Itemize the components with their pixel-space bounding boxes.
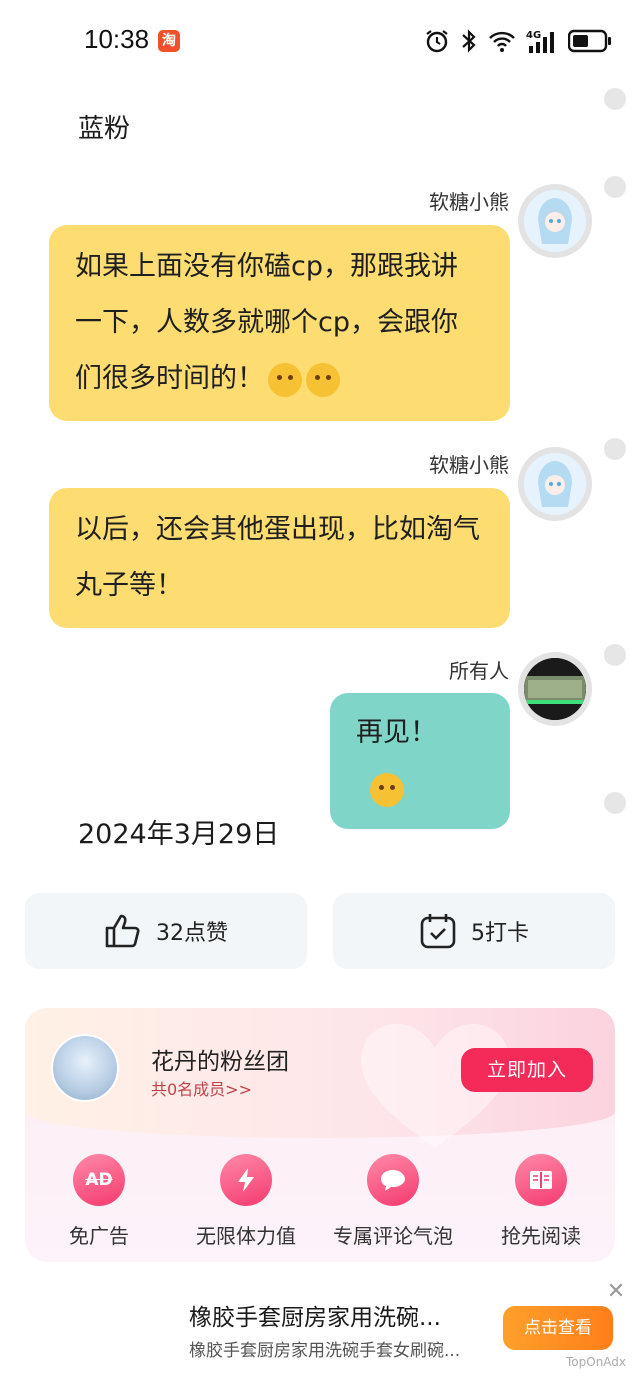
fan-club-card[interactable]: 花丹的粉丝团 共0名成员>> 立即加入 AD 免广告 无限体力值 专属评论气泡 … <box>25 1008 615 1262</box>
status-icons: 4G <box>424 26 612 56</box>
fan-club-avatar[interactable] <box>51 1034 119 1102</box>
message-text: 再见！ <box>356 717 437 748</box>
fan-club-members-link[interactable]: 共0名成员>> <box>151 1076 252 1100</box>
lightning-icon <box>220 1154 272 1206</box>
message-bubble: 再见！ <box>330 693 510 829</box>
perk-label: 专属评论气泡 <box>333 1224 453 1248</box>
signal-4g-icon: 4G <box>526 30 554 53</box>
wink-emoji-icon <box>306 362 340 397</box>
message-sender: 软糖小熊 <box>429 453 509 477</box>
ad-view-button[interactable]: 点击查看 <box>503 1306 613 1350</box>
perk-label: 无限体力值 <box>196 1224 296 1248</box>
avatar-image <box>524 658 586 720</box>
ad-source-label: TopOnAdx <box>566 1355 627 1369</box>
avatar[interactable] <box>518 184 592 258</box>
fan-club-name: 花丹的粉丝团 <box>151 1049 289 1075</box>
message-text: 如果上面没有你磕cp，那跟我讲一下，人数多就哪个cp，会跟你们很多时间的！ <box>75 251 458 394</box>
avatar[interactable] <box>518 447 592 521</box>
ad-subtitle[interactable]: 橡胶手套厨房家用洗碗手套女刷碗... <box>189 1336 479 1361</box>
perk-label: 抢先阅读 <box>501 1224 581 1248</box>
wifi-icon <box>489 31 515 52</box>
perk-ad-free[interactable]: AD 免广告 <box>29 1154 169 1249</box>
like-count: 32点赞 <box>156 921 228 946</box>
perk-label: 免广告 <box>69 1224 129 1248</box>
thumbs-up-icon <box>105 914 140 948</box>
section-title: 蓝粉 <box>78 114 131 144</box>
timeline-dot <box>604 644 626 666</box>
wink-emoji-icon <box>268 362 302 397</box>
message-bubble: 如果上面没有你磕cp，那跟我讲一下，人数多就哪个cp，会跟你们很多时间的！ <box>49 225 510 421</box>
message-sender: 所有人 <box>449 659 509 683</box>
message-sender: 软糖小熊 <box>429 190 509 214</box>
comment-bubble-icon <box>367 1154 419 1206</box>
status-bar: 10:38 淘 4G <box>0 0 640 84</box>
ad-title[interactable]: 橡胶手套厨房家用洗碗... <box>189 1298 479 1332</box>
avatar-image <box>524 453 586 515</box>
grin-emoji-icon <box>370 772 404 807</box>
like-button[interactable]: 32点赞 <box>25 893 307 969</box>
message-text: 以后，还会其他蛋出现，比如淘气丸子等！ <box>75 514 480 601</box>
timeline-dot <box>604 176 626 198</box>
timeline-dot <box>604 88 626 110</box>
taobao-notification-icon: 淘 <box>158 30 180 52</box>
bluetooth-icon <box>462 29 476 53</box>
svg-text:4G: 4G <box>526 30 541 41</box>
alarm-icon <box>426 30 448 53</box>
battery-icon <box>568 29 611 53</box>
timeline-dot <box>604 792 626 814</box>
calendar-check-icon <box>420 914 456 949</box>
perk-early-reading[interactable]: 抢先阅读 <box>471 1154 611 1249</box>
avatar[interactable] <box>518 652 592 726</box>
close-icon[interactable]: ✕ <box>604 1280 628 1304</box>
status-time: 10:38 <box>84 24 150 54</box>
checkin-count: 5打卡 <box>471 921 529 946</box>
perk-comment-bubble[interactable]: 专属评论气泡 <box>323 1154 463 1249</box>
book-icon <box>515 1154 567 1206</box>
checkin-button[interactable]: 5打卡 <box>333 893 615 969</box>
perk-unlimited-stamina[interactable]: 无限体力值 <box>176 1154 316 1249</box>
avatar-image <box>524 190 586 252</box>
post-date: 2024年3月29日 <box>78 819 280 850</box>
timeline-dot <box>604 438 626 460</box>
message-bubble: 以后，还会其他蛋出现，比如淘气丸子等！ <box>49 488 510 628</box>
join-fan-club-button[interactable]: 立即加入 <box>461 1048 593 1092</box>
ad-free-icon: AD <box>73 1154 125 1206</box>
